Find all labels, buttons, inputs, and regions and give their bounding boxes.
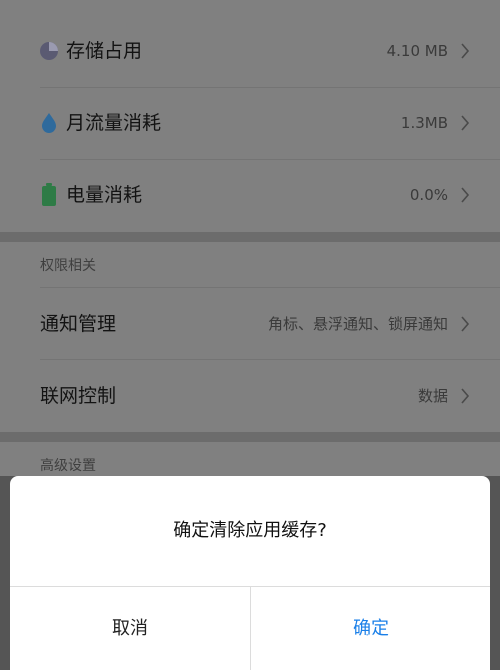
cancel-button[interactable]: 取消 [10, 587, 250, 670]
monthly-data-value: 1.3MB [400, 114, 448, 132]
dialog-message: 确定清除应用缓存? [173, 520, 327, 541]
advanced-section-title: 高级设置 [40, 458, 96, 474]
paw-logo-icon [412, 627, 442, 661]
chevron-right-icon [458, 15, 472, 87]
permissions-section-title: 权限相关 [40, 258, 96, 274]
chevron-right-icon [458, 87, 472, 159]
battery-usage-label: 电量消耗 [66, 184, 143, 206]
network-control-row[interactable]: 联网控制 数据 [0, 360, 500, 432]
chevron-right-icon [458, 288, 472, 360]
water-drop-icon [38, 87, 60, 159]
network-control-value: 数据 [417, 387, 448, 405]
storage-usage-label: 存储占用 [66, 40, 143, 62]
chevron-right-icon [458, 159, 472, 231]
watermark-text-left: Bai [366, 632, 397, 652]
storage-usage-value: 4.10 MB [386, 42, 448, 60]
notification-management-row[interactable]: 通知管理 角标、悬浮通知、锁屏通知 [0, 288, 500, 360]
battery-usage-value: 0.0% [409, 186, 448, 204]
battery-icon [38, 159, 60, 231]
battery-usage-row[interactable]: 电量消耗 0.0% [0, 159, 500, 231]
notification-management-value: 角标、悬浮通知、锁屏通知 [267, 315, 448, 333]
network-control-label: 联网控制 [40, 385, 117, 407]
section-separator [0, 432, 500, 442]
monthly-data-label: 月流量消耗 [66, 112, 162, 134]
monthly-data-row[interactable]: 月流量消耗 1.3MB [0, 87, 500, 159]
section-separator [0, 232, 500, 242]
chevron-right-icon [458, 360, 472, 432]
pie-chart-icon [38, 15, 60, 87]
notification-management-label: 通知管理 [40, 313, 117, 335]
storage-usage-row[interactable]: 存储占用 4.10 MB [0, 15, 500, 87]
baidu-jingyan-watermark: Bai 经验 [366, 622, 486, 662]
watermark-text-right: 经验 [444, 637, 478, 657]
